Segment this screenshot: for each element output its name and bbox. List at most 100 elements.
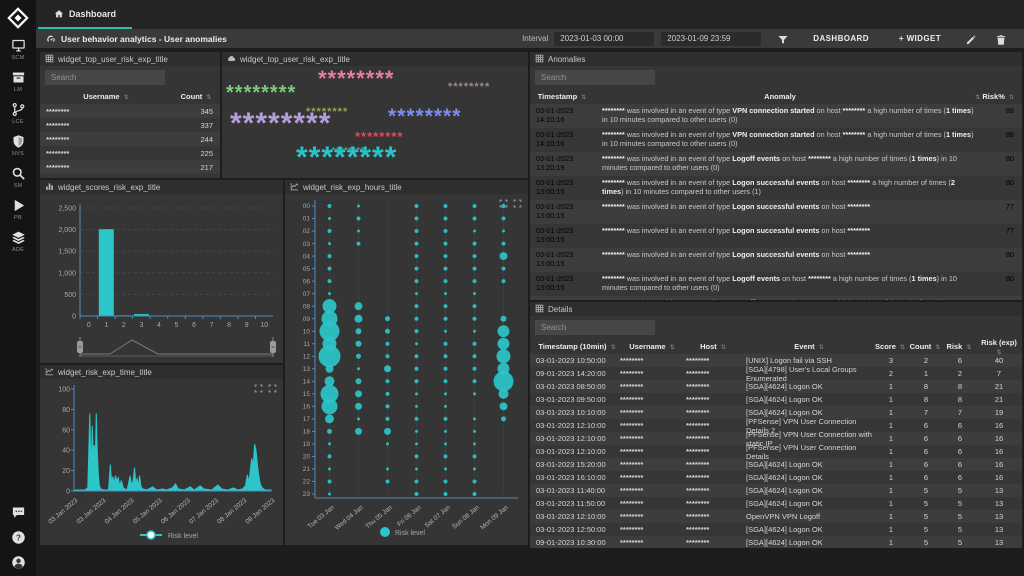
widget-details: Details Timestamp (10min) ⇅Username ⇅Hos…: [530, 302, 1022, 548]
svg-text:?: ?: [16, 533, 21, 542]
sidebar-chat-button[interactable]: [11, 505, 26, 520]
column-header-username[interactable]: Username ⇅: [620, 342, 686, 351]
svg-text:100: 100: [58, 387, 70, 394]
svg-text:06: 06: [303, 278, 311, 285]
column-header-host[interactable]: Host ⇅: [686, 342, 742, 351]
sidebar-help-button[interactable]: ?: [11, 530, 26, 545]
anomalies-search-input[interactable]: [535, 70, 655, 85]
column-header-score[interactable]: Score ⇅: [874, 342, 908, 351]
add-widget-button[interactable]: + WIDGET: [893, 33, 947, 44]
table-row[interactable]: ********337: [40, 118, 220, 132]
svg-text:01: 01: [303, 216, 311, 223]
table-row[interactable]: ********225: [40, 146, 220, 160]
svg-text:Sun 08 Jan: Sun 08 Jan: [451, 504, 481, 531]
app-logo-icon[interactable]: [7, 7, 29, 29]
detail-risk: 5: [944, 538, 976, 547]
column-header-username[interactable]: Username ⇅: [40, 92, 174, 101]
sidebar-item-lm[interactable]: LM: [11, 70, 26, 93]
zoom-select-icon[interactable]: [254, 384, 263, 393]
sidebar-item-ade[interactable]: ADE: [11, 230, 26, 253]
anomaly-risk: 88: [984, 130, 1022, 139]
detail-count: 5: [908, 525, 944, 534]
sidebar-item-scm[interactable]: SCM: [11, 38, 26, 61]
scores-bar-chart[interactable]: 05001,0001,5002,0002,500012345678910: [40, 194, 283, 363]
detail-row[interactable]: 03-01-2023 16:10:00****************[SGA]…: [530, 471, 1022, 484]
zoom-select-icon[interactable]: [499, 199, 508, 208]
time-series-chart[interactable]: 02040608010003 Jan 202303 Jan 202304 Jan…: [40, 379, 283, 545]
detail-row[interactable]: 03-01-2023 11:40:00****************[SGA]…: [530, 484, 1022, 497]
anomaly-risk: 94: [984, 298, 1022, 300]
details-search-input[interactable]: [535, 320, 655, 335]
detail-row[interactable]: 03-01-2023 09:50:00****************[SGA]…: [530, 393, 1022, 406]
detail-timestamp: 03-01-2023 12:10:00: [530, 434, 620, 443]
top-user-search-input[interactable]: [45, 70, 165, 85]
detail-row[interactable]: 03-01-2023 08:50:00****************[SGA]…: [530, 380, 1022, 393]
detail-row[interactable]: 03-01-2023 12:10:00****************OpenV…: [530, 510, 1022, 523]
sidebar-item-pb[interactable]: PB: [11, 198, 26, 221]
dashboard-title-text: User behavior analytics - User anomalies: [61, 34, 227, 44]
interval-from-input[interactable]: [554, 32, 654, 46]
detail-host: ********: [686, 486, 742, 495]
detail-row[interactable]: 03-01-2023 11:50:00****************[SGA]…: [530, 497, 1022, 510]
detail-count: 2: [908, 356, 944, 365]
svg-text:Tue 03 Jan: Tue 03 Jan: [307, 504, 337, 530]
anomaly-row[interactable]: 03-01-2023******** was involved in an ev…: [530, 296, 1022, 300]
column-header-timestamp[interactable]: Timestamp ⇅: [530, 92, 596, 101]
table-row[interactable]: ********244: [40, 132, 220, 146]
column-header-event[interactable]: Event ⇅: [742, 342, 874, 351]
column-header-count[interactable]: Count ⇅: [908, 342, 944, 351]
detail-username: ********: [620, 356, 686, 365]
layers-icon: [11, 230, 26, 245]
sidebar-item-nvs[interactable]: NVS: [11, 134, 26, 157]
word-cloud-term[interactable]: ********: [226, 84, 296, 102]
column-header-count[interactable]: Count ⇅: [174, 92, 220, 101]
dashboard-button[interactable]: DASHBOARD: [807, 33, 875, 44]
filter-icon[interactable]: [777, 33, 789, 45]
anomaly-row[interactable]: 03-01-202314:10:16******** was involved …: [530, 104, 1022, 128]
table-row[interactable]: ********345: [40, 104, 220, 118]
table-row[interactable]: ********217: [40, 160, 220, 174]
delete-icon[interactable]: [995, 33, 1007, 45]
detail-row[interactable]: 03-01-2023 15:20:00****************[SGA]…: [530, 458, 1022, 471]
svg-text:23: 23: [303, 491, 311, 498]
anomaly-row[interactable]: 03-01-202313:00:15******** was involved …: [530, 176, 1022, 200]
detail-row[interactable]: 09-01-2023 14:20:00****************[SGA]…: [530, 367, 1022, 380]
column-header-risk[interactable]: ⇅Risk% ⇅: [964, 92, 1022, 101]
word-cloud-term[interactable]: ********: [388, 108, 461, 127]
detail-row[interactable]: 09-01-2023 10:30:00****************[SGA]…: [530, 536, 1022, 548]
detail-row[interactable]: 03-01-2023 12:10:00****************[PFSe…: [530, 445, 1022, 458]
column-header-risk[interactable]: Risk ⇅: [944, 342, 976, 351]
count-cell: 217: [167, 163, 220, 172]
column-header-timestamp-10min-[interactable]: Timestamp (10min) ⇅: [530, 342, 620, 351]
hours-bubble-chart[interactable]: 0001020304050607080910111213141516171819…: [285, 194, 528, 545]
anomaly-row[interactable]: 03-01-202313:20:19******** was involved …: [530, 152, 1022, 176]
anomaly-row[interactable]: 03-01-202313:00:15******** was involved …: [530, 200, 1022, 224]
anomaly-row[interactable]: 03-01-202314:10:16******** was involved …: [530, 128, 1022, 152]
tab-dashboard[interactable]: Dashboard: [38, 0, 132, 27]
sidebar-item-lce[interactable]: LCE: [11, 102, 26, 125]
anomaly-row[interactable]: 03-01-202313:00:15******** was involved …: [530, 248, 1022, 272]
zoom-reset-icon[interactable]: [268, 384, 277, 393]
sidebar-account-button[interactable]: [11, 555, 26, 570]
detail-score: 1: [874, 447, 908, 456]
column-header-risk-exp-[interactable]: Risk (exp) ⇅: [976, 338, 1022, 356]
anomalies-table-head: Timestamp ⇅Anomaly⇅Risk% ⇅: [530, 89, 1022, 104]
detail-row[interactable]: 03-01-2023 12:50:00****************[SGA]…: [530, 523, 1022, 536]
zoom-reset-icon[interactable]: [513, 199, 522, 208]
svg-text:06 Jan 2023: 06 Jan 2023: [160, 497, 192, 526]
word-cloud-term[interactable]: ********: [318, 69, 395, 89]
widget-word-cloud: widget_top_user_risk_exp_title *********…: [222, 52, 528, 178]
anomaly-row[interactable]: 03-01-202313:00:15******** was involved …: [530, 272, 1022, 296]
anomaly-row[interactable]: 03-01-202313:00:15******** was involved …: [530, 224, 1022, 248]
interval-to-input[interactable]: [661, 32, 761, 46]
word-cloud-term[interactable]: ********: [448, 83, 490, 93]
table-row[interactable]: ********: [40, 174, 220, 178]
svg-text:14: 14: [303, 379, 311, 386]
word-cloud-term[interactable]: ********: [296, 144, 397, 171]
monitor-icon: [11, 38, 26, 53]
detail-risk: 5: [944, 525, 976, 534]
column-header-anomaly[interactable]: Anomaly: [596, 92, 964, 101]
sidebar-item-sm[interactable]: SM: [11, 166, 26, 189]
edit-icon[interactable]: [965, 33, 977, 45]
word-cloud-term[interactable]: ********: [230, 110, 331, 137]
